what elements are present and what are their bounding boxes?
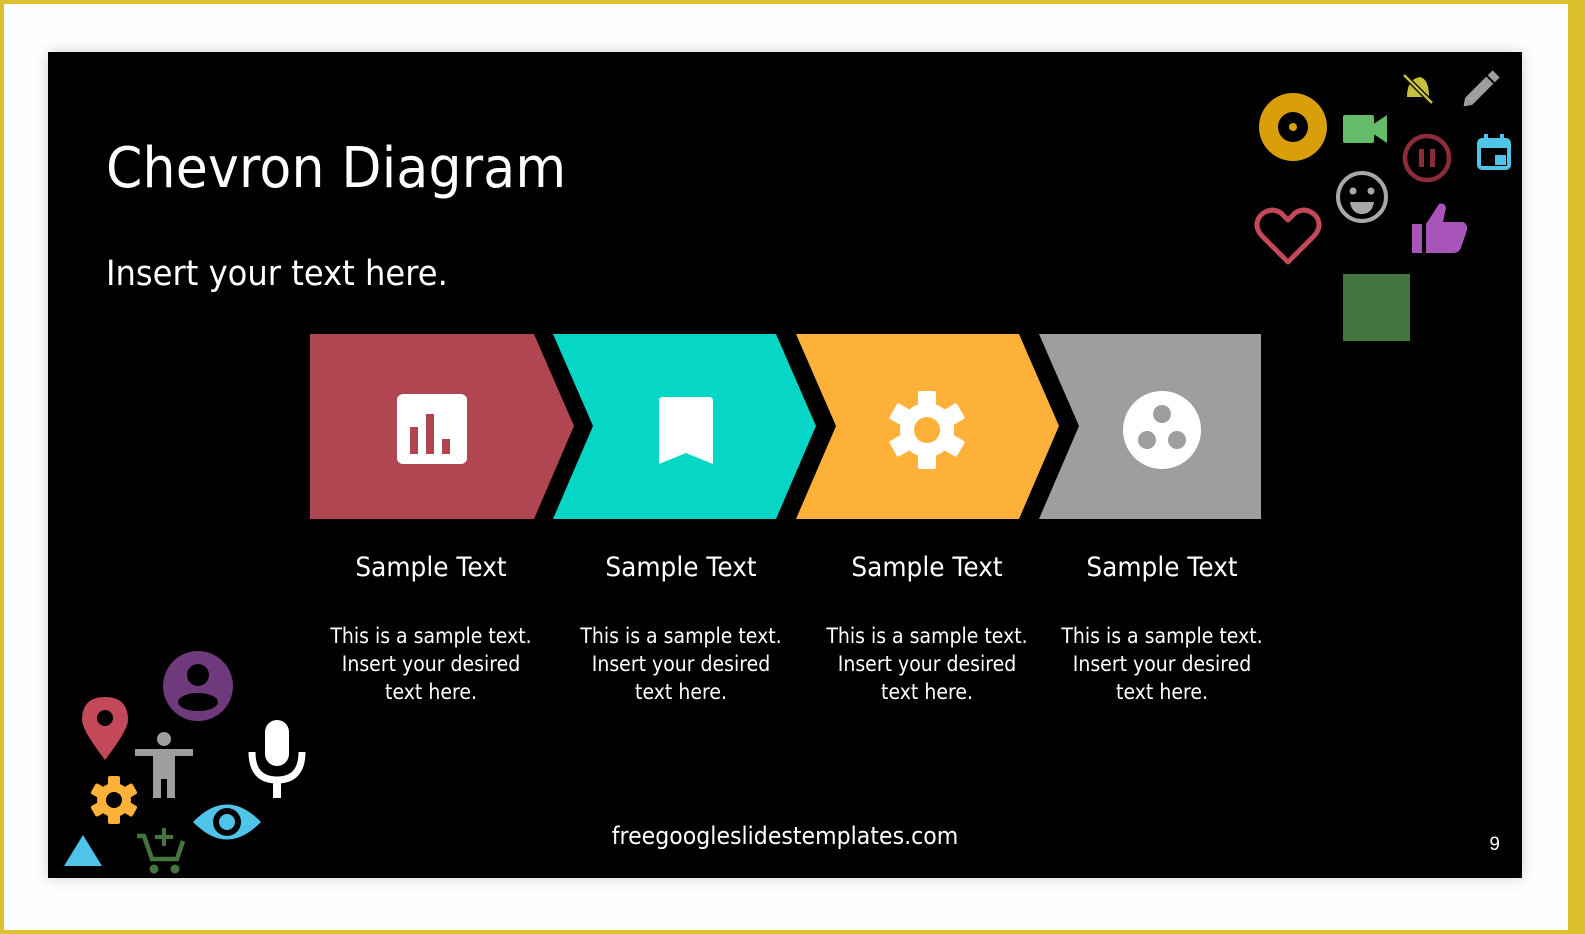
step-1-heading: Sample Text xyxy=(355,552,507,583)
body-line: This is a sample text. xyxy=(580,624,782,648)
step-1-body: This is a sample text. Insert your desir… xyxy=(323,622,539,706)
body-line: text here. xyxy=(635,680,727,704)
step-4-body: This is a sample text. Insert your desir… xyxy=(1054,622,1270,706)
step-2-body: This is a sample text. Insert your desir… xyxy=(573,622,789,706)
body-line: Insert your desired xyxy=(837,652,1017,676)
bar-chart-icon xyxy=(397,394,467,464)
body-line: Insert your desired xyxy=(1072,652,1252,676)
body-line: This is a sample text. xyxy=(1061,624,1263,648)
page-number: 9 xyxy=(1489,834,1500,855)
calendar-icon xyxy=(1477,134,1511,170)
location-pin-icon xyxy=(82,697,128,760)
eye-icon xyxy=(193,804,261,840)
body-line: text here. xyxy=(1116,680,1208,704)
account-circle-icon xyxy=(163,651,233,721)
add-to-cart-icon xyxy=(137,828,186,874)
workspaces-icon xyxy=(1123,391,1201,469)
step-3-heading: Sample Text xyxy=(851,552,1003,583)
slide: Chevron Diagram Insert your text here. S… xyxy=(48,52,1522,878)
accessibility-icon xyxy=(135,732,193,798)
step-2-heading: Sample Text xyxy=(605,552,757,583)
decorative-icons-bottom-left xyxy=(64,651,306,874)
body-line: text here. xyxy=(881,680,973,704)
body-line: This is a sample text. xyxy=(826,624,1028,648)
thumbs-up-icon xyxy=(1412,203,1468,253)
settings-icon xyxy=(90,776,138,824)
body-line: text here. xyxy=(385,680,477,704)
decorative-icons-top-right xyxy=(1254,70,1511,341)
disc-icon xyxy=(1259,93,1327,161)
smiley-icon xyxy=(1336,171,1388,223)
body-line: Insert your desired xyxy=(591,652,771,676)
body-line: Insert your desired xyxy=(341,652,521,676)
pause-circle-icon xyxy=(1402,133,1452,183)
triangle-icon xyxy=(64,835,102,866)
watermark-text xyxy=(40,874,210,886)
square-icon xyxy=(1343,274,1410,341)
videocam-icon xyxy=(1343,115,1387,143)
microphone-icon xyxy=(248,720,306,798)
body-line: This is a sample text. xyxy=(330,624,532,648)
step-4-heading: Sample Text xyxy=(1086,552,1238,583)
pencil-icon xyxy=(1463,70,1500,107)
notifications-off-icon xyxy=(1402,73,1434,105)
heart-outline-icon xyxy=(1254,207,1322,265)
step-3-body: This is a sample text. Insert your desir… xyxy=(819,622,1035,706)
